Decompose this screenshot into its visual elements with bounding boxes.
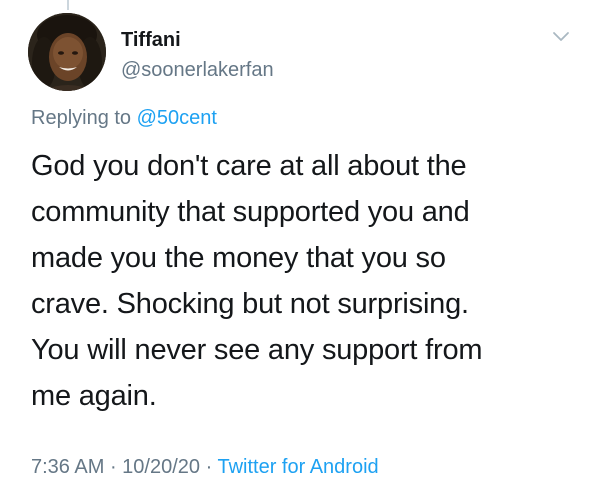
reply-mention-link[interactable]: @50cent [137,107,217,129]
chevron-down-icon[interactable] [551,30,571,44]
tweet-metadata: 7:36 AM · 10/20/20 · Twitter for Android [31,456,379,479]
avatar[interactable] [28,13,106,91]
tweet-text: God you don't care at all about the comm… [31,143,551,419]
author-handle[interactable]: @soonerlakerfan [121,59,274,82]
profile-photo-icon [28,13,106,91]
author-display-name[interactable]: Tiffani [121,29,181,52]
tweet-time[interactable]: 7:36 AM [31,456,104,478]
tweet-text-line: made you the money that you so [31,242,446,274]
tweet-text-line: You will never see any support from [31,334,483,366]
tweet-text-line: crave. Shocking but not surprising. [31,288,469,320]
thread-connector-line [67,0,69,10]
meta-separator: · [104,456,123,478]
replying-to-label: Replying to [31,107,137,129]
tweet-text-line: me again. [31,380,157,412]
tweet-source-link[interactable]: Twitter for Android [217,456,378,478]
tweet-text-line: God you don't care at all about the [31,150,467,182]
tweet-date[interactable]: 10/20/20 [122,456,200,478]
replying-to: Replying to @50cent [31,107,217,130]
tweet-text-line: community that supported you and [31,196,470,228]
meta-separator: · [200,456,218,478]
